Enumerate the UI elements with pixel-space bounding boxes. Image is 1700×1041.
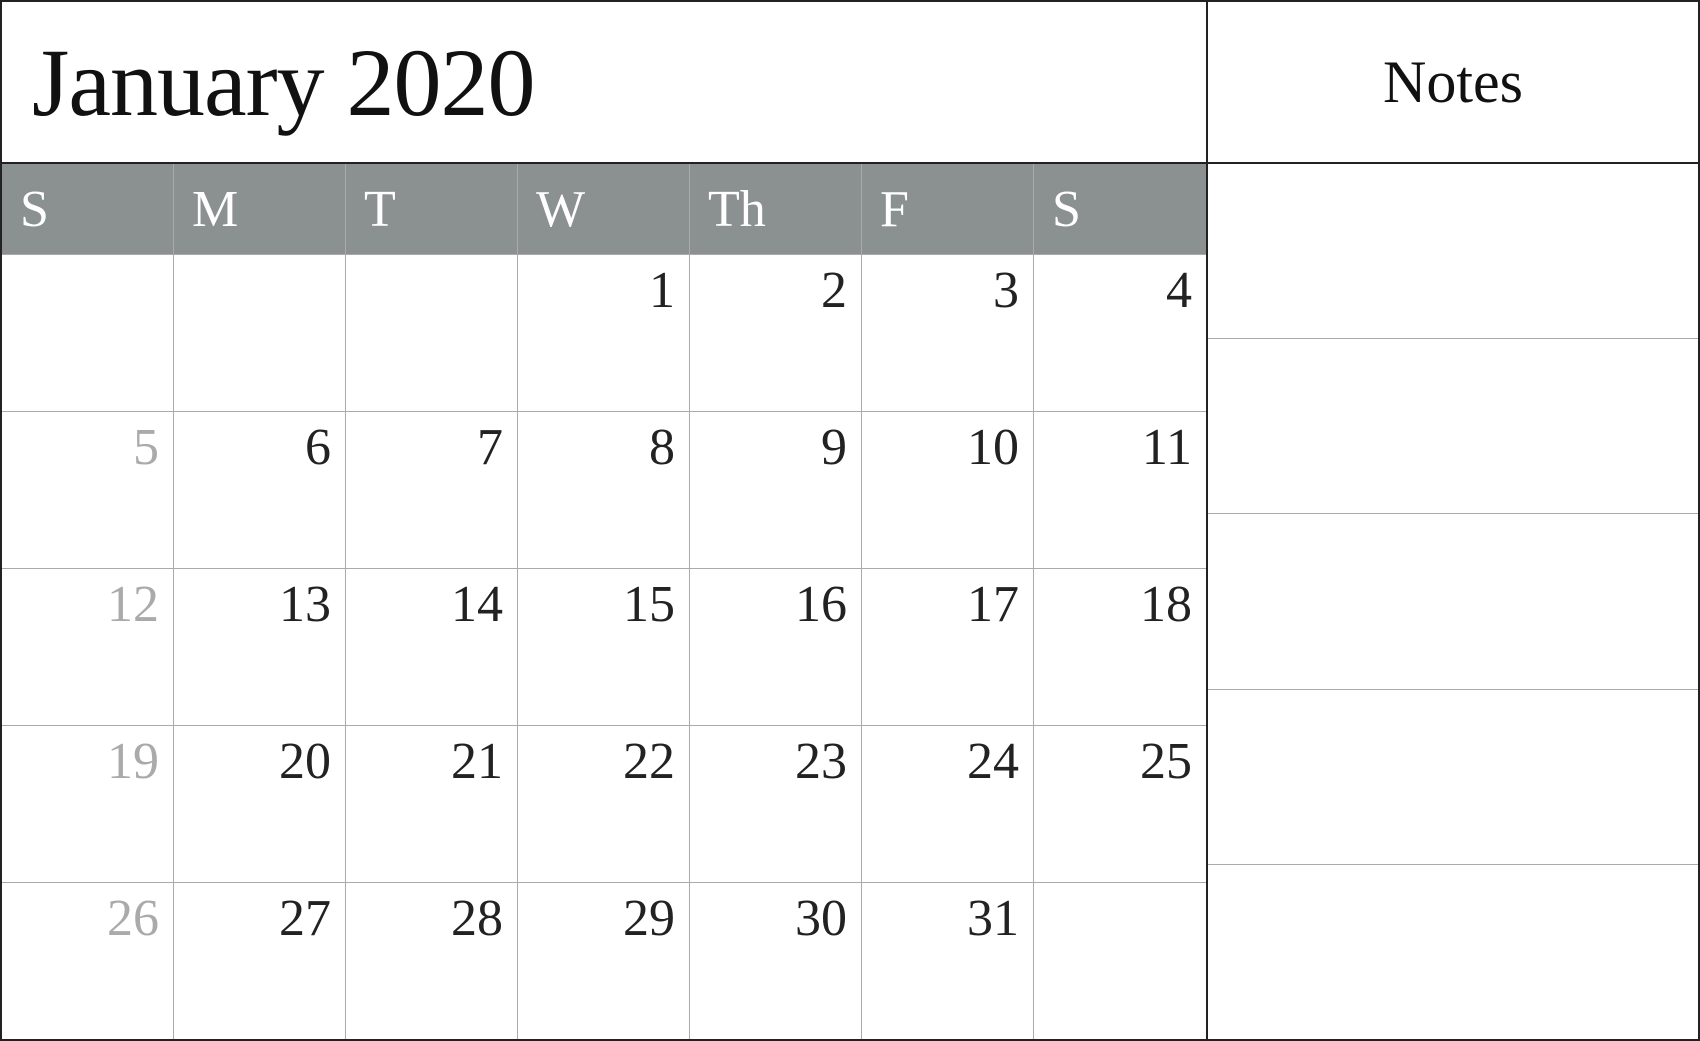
week-row-1: 1 2 3 4 [2, 254, 1206, 411]
day-cell: 10 [862, 412, 1034, 568]
day-number: 3 [993, 265, 1019, 317]
day-number: 31 [967, 893, 1019, 945]
day-number: 16 [795, 579, 847, 631]
day-number: 10 [967, 422, 1019, 474]
day-cell: 2 [690, 255, 862, 411]
day-headers-row: SMTWThFS [2, 164, 1206, 254]
day-cell: 23 [690, 726, 862, 882]
day-number: 9 [821, 422, 847, 474]
day-number: 4 [1166, 265, 1192, 317]
day-header-th: Th [690, 164, 862, 254]
day-cell: 27 [174, 883, 346, 1039]
day-cell: 25 [1034, 726, 1206, 882]
week-row-2: 5 6 7 8 9 10 11 [2, 411, 1206, 568]
day-number: 14 [451, 579, 503, 631]
day-number: 23 [795, 736, 847, 788]
calendar-header: January 2020 [2, 2, 1206, 164]
notes-line-2 [1208, 339, 1698, 514]
day-header-w: W [518, 164, 690, 254]
weeks-container: 1234567891011121314151617181920212223242… [2, 254, 1206, 1039]
day-cell: 29 [518, 883, 690, 1039]
day-cell: 9 [690, 412, 862, 568]
notes-line-4 [1208, 690, 1698, 865]
day-cell: 28 [346, 883, 518, 1039]
day-header-s: S [1034, 164, 1206, 254]
day-cell [1034, 883, 1206, 1039]
day-cell: 6 [174, 412, 346, 568]
day-cell: 31 [862, 883, 1034, 1039]
calendar-title: January 2020 [32, 27, 535, 138]
day-number: 28 [451, 893, 503, 945]
notes-line-1 [1208, 164, 1698, 339]
day-cell: 8 [518, 412, 690, 568]
day-header-m: M [174, 164, 346, 254]
day-number: 18 [1140, 579, 1192, 631]
day-cell: 30 [690, 883, 862, 1039]
day-number: 20 [279, 736, 331, 788]
day-header-t: T [346, 164, 518, 254]
day-cell: 5 [2, 412, 174, 568]
day-number: 1 [649, 265, 675, 317]
day-cell: 26 [2, 883, 174, 1039]
day-number: 22 [623, 736, 675, 788]
day-cell: 22 [518, 726, 690, 882]
day-number: 27 [279, 893, 331, 945]
notes-lines [1208, 164, 1698, 1039]
day-cell: 13 [174, 569, 346, 725]
week-row-4: 19 20 21 22 23 24 25 [2, 725, 1206, 882]
day-number: 19 [107, 736, 159, 788]
day-cell: 16 [690, 569, 862, 725]
notes-header: Notes [1208, 2, 1698, 164]
day-cell: 12 [2, 569, 174, 725]
week-row-5: 26 27 28 29 30 31 [2, 882, 1206, 1039]
notes-line-5 [1208, 865, 1698, 1039]
day-cell: 18 [1034, 569, 1206, 725]
notes-panel: Notes [1208, 2, 1698, 1039]
calendar-container: January 2020 SMTWThFS 123456789101112131… [0, 0, 1700, 1041]
day-cell: 15 [518, 569, 690, 725]
day-cell: 24 [862, 726, 1034, 882]
notes-line-3 [1208, 514, 1698, 689]
day-number: 2 [821, 265, 847, 317]
day-number: 29 [623, 893, 675, 945]
day-cell [174, 255, 346, 411]
day-number: 25 [1140, 736, 1192, 788]
day-cell: 19 [2, 726, 174, 882]
day-number: 5 [133, 422, 159, 474]
notes-title: Notes [1383, 48, 1523, 117]
day-number: 17 [967, 579, 1019, 631]
day-cell: 3 [862, 255, 1034, 411]
day-number: 26 [107, 893, 159, 945]
day-number: 24 [967, 736, 1019, 788]
day-cell: 1 [518, 255, 690, 411]
week-row-3: 12 13 14 15 16 17 18 [2, 568, 1206, 725]
day-cell: 7 [346, 412, 518, 568]
day-number: 13 [279, 579, 331, 631]
day-cell: 17 [862, 569, 1034, 725]
day-cell [346, 255, 518, 411]
day-number: 12 [107, 579, 159, 631]
day-cell: 21 [346, 726, 518, 882]
day-cell: 14 [346, 569, 518, 725]
day-header-s: S [2, 164, 174, 254]
day-cell: 4 [1034, 255, 1206, 411]
day-number: 11 [1142, 422, 1192, 474]
day-number: 21 [451, 736, 503, 788]
day-number: 7 [477, 422, 503, 474]
day-number: 8 [649, 422, 675, 474]
calendar-grid: SMTWThFS 1234567891011121314151617181920… [2, 164, 1206, 1039]
day-number: 30 [795, 893, 847, 945]
calendar-main: January 2020 SMTWThFS 123456789101112131… [2, 2, 1208, 1039]
day-number: 6 [305, 422, 331, 474]
day-cell [2, 255, 174, 411]
day-header-f: F [862, 164, 1034, 254]
day-cell: 11 [1034, 412, 1206, 568]
day-cell: 20 [174, 726, 346, 882]
day-number: 15 [623, 579, 675, 631]
